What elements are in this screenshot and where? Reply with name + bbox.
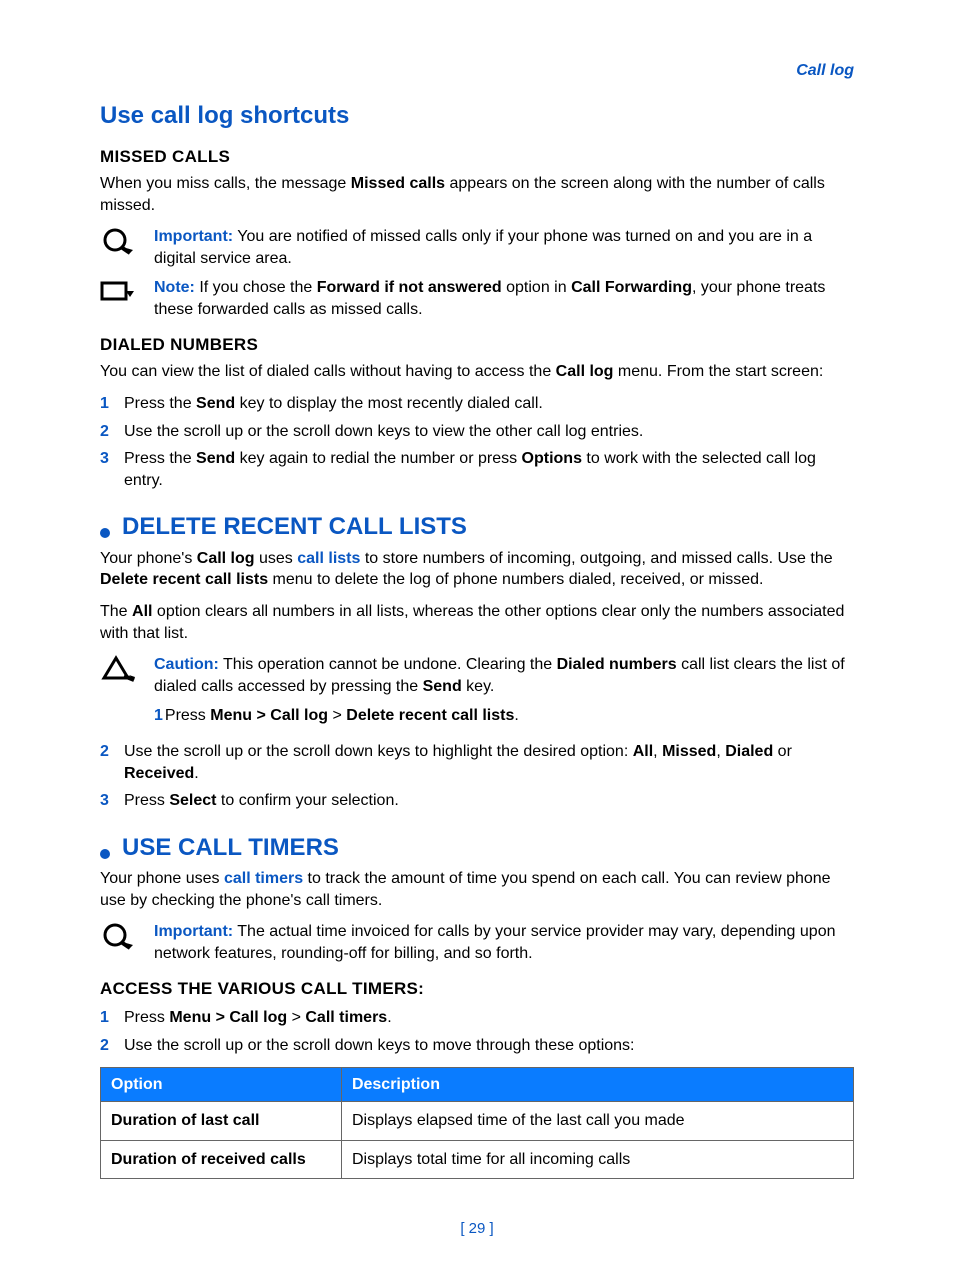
- timers-steps: 1Press Menu > Call log > Call timers. 2U…: [100, 1007, 854, 1056]
- heading-delete-lists: Delete recent call lists: [122, 511, 467, 543]
- heading-missed-calls: MISSED CALLS: [100, 146, 854, 169]
- timers-paragraph: Your phone uses call timers to track the…: [100, 868, 854, 911]
- important-icon: [100, 226, 136, 256]
- bullet-icon: [100, 528, 110, 538]
- note-callout: Note: If you chose the Forward if not an…: [100, 277, 854, 320]
- heading-access-timers: ACCESS THE VARIOUS CALL TIMERS:: [100, 978, 854, 1001]
- heading-shortcuts: Use call log shortcuts: [100, 100, 854, 132]
- dialed-steps: 1Press the Send key to display the most …: [100, 393, 854, 491]
- col-option: Option: [101, 1067, 342, 1102]
- page-number: [ 29 ]: [100, 1219, 854, 1239]
- important-callout-timers: Important: The actual time invoiced for …: [100, 921, 854, 964]
- page-section-label: Call log: [100, 60, 854, 82]
- missed-paragraph: When you miss calls, the message Missed …: [100, 173, 854, 216]
- note-icon: [100, 277, 136, 307]
- important-callout: Important: You are notified of missed ca…: [100, 226, 854, 269]
- col-description: Description: [341, 1067, 853, 1102]
- delete-steps: 2Use the scroll up or the scroll down ke…: [100, 741, 854, 812]
- dialed-paragraph: You can view the list of dialed calls wi…: [100, 361, 854, 383]
- timers-table: Option Description Duration of last call…: [100, 1067, 854, 1180]
- caution-callout: Caution: This operation cannot be undone…: [100, 654, 854, 733]
- delete-paragraph-2: The All option clears all numbers in all…: [100, 601, 854, 644]
- delete-paragraph-1: Your phone's Call log uses call lists to…: [100, 548, 854, 591]
- heading-dialed-numbers: DIALED NUMBERS: [100, 334, 854, 357]
- table-row: Duration of received calls Displays tota…: [101, 1140, 854, 1179]
- caution-icon: [100, 654, 136, 684]
- important-icon: [100, 921, 136, 951]
- table-row: Duration of last call Displays elapsed t…: [101, 1102, 854, 1141]
- bullet-icon: [100, 849, 110, 859]
- heading-call-timers: Use call timers: [122, 832, 339, 864]
